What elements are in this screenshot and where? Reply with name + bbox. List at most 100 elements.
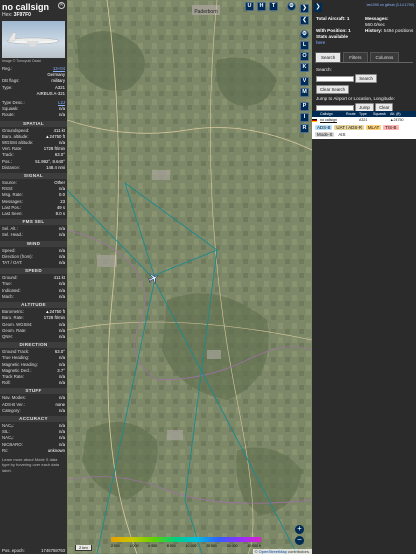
aircraft-info-panel: no callsign ✕ Hex: 3F97F0 Image © Tomoyu… — [0, 0, 67, 554]
map-button-k[interactable]: K — [300, 63, 309, 72]
map-button-m[interactable]: M — [300, 88, 309, 97]
jump-input[interactable] — [316, 104, 354, 111]
altitude-tick: 20 000 — [206, 544, 217, 548]
section-title: ALTITUDE — [0, 302, 67, 309]
search-label: Search: — [316, 67, 332, 72]
row-alt: ▲24750 — [390, 118, 404, 122]
zoom-out-button[interactable]: − — [295, 536, 304, 545]
attribution-suffix: contributors. — [286, 549, 310, 554]
header-type[interactable]: Type — [359, 112, 373, 116]
source-badge: UAT / ADS-R — [334, 125, 364, 130]
info-label: QNH: — [2, 333, 13, 339]
map-view[interactable]: Paderborn U H T ⚙ ❯ ❮ ⚙ L O K V M P I R … — [67, 0, 312, 554]
info-value: n/a — [59, 260, 65, 266]
altitude-color-legend — [111, 537, 261, 542]
hex-label: Hex: — [2, 12, 13, 18]
stats-link[interactable]: here — [316, 40, 325, 45]
aircraft-photo[interactable] — [2, 21, 65, 58]
info-row: Mach: n/a — [2, 294, 65, 300]
header-alt[interactable]: Alt. (ft) — [390, 112, 406, 116]
section-title: SPATIAL — [0, 120, 67, 127]
scale-bar: 2 km — [75, 545, 92, 551]
zoom-in-button[interactable]: + — [295, 525, 304, 534]
info-row: Last Seen: 8.0 s — [2, 211, 65, 217]
section-title: SPEED — [0, 268, 67, 275]
info-label: TAT / OAT: — [2, 260, 23, 266]
github-link[interactable]: tar1090 on github (3.14.1700) — [367, 3, 414, 7]
expand-panel-icon[interactable]: ❯ — [300, 4, 309, 13]
source-badge: Mode-S — [315, 132, 335, 137]
header-route[interactable]: Route — [346, 112, 359, 116]
row-callsign[interactable]: no callsign — [320, 118, 346, 122]
stats-available: Stats available here — [316, 34, 348, 45]
collapse-panel-icon[interactable]: ❮ — [300, 16, 309, 25]
search-button[interactable]: Search — [355, 74, 377, 83]
info-value: n/a — [59, 232, 65, 238]
airplane-photo-icon — [6, 32, 60, 47]
source-legend: ADS-B UAT / ADS-R MLAT TIS-B Mode-S AIS — [312, 123, 416, 139]
info-label: Sel. Head.: — [2, 232, 24, 238]
row-type: A321 — [359, 118, 368, 122]
callsign-row: no callsign ✕ — [0, 0, 67, 12]
info-label: Rc: — [2, 447, 9, 453]
info-row: Category: n/a — [2, 408, 65, 414]
section-title: SIGNAL — [0, 173, 67, 180]
sidebar-panel: ❯ tar1090 on github (3.14.1700) Total Ai… — [312, 0, 416, 554]
map-button-t[interactable]: T — [269, 2, 278, 11]
info-value: n/a — [59, 293, 65, 299]
map-button-v[interactable]: V — [300, 77, 309, 86]
map-button-u[interactable]: U — [245, 2, 254, 11]
source-badge: TIS-B — [383, 125, 399, 130]
source-badge: MLAT — [365, 125, 382, 130]
source-badge: ADS-B — [315, 125, 333, 130]
header-callsign[interactable]: Callsign — [320, 112, 346, 116]
map-button-l[interactable]: L — [300, 41, 309, 50]
osm-link[interactable]: OpenStreetMap — [259, 549, 287, 554]
sidebar-top: ❯ tar1090 on github (3.14.1700) Total Ai… — [312, 0, 416, 153]
chevron-right-icon[interactable]: ❯ — [314, 3, 322, 12]
info-value: n/a — [59, 112, 65, 118]
info-value: 148.4 nmi — [46, 164, 65, 170]
info-label: Distance: — [2, 164, 20, 170]
map-button-r[interactable]: R — [300, 124, 309, 133]
section-title: DIRECTION — [0, 342, 67, 349]
section-title: WIND — [0, 240, 67, 247]
type-rows: Type Desc.: L2J Squawk: n/a Route: n/a — [0, 100, 67, 119]
info-row: QNH: n/a — [2, 334, 65, 340]
close-icon[interactable]: ✕ — [58, 2, 65, 9]
altitude-legend-ticks: 2 000 4 000 6 000 8 000 10 000 20 000 30 000 40… — [111, 544, 261, 548]
info-label: Roll: — [2, 380, 11, 386]
stats-block: Total Aircraft: 1 Messages: 560.0/sec Wit… — [316, 16, 414, 46]
hex-value[interactable]: 3F97F0 — [14, 12, 31, 18]
callsign: no callsign — [2, 2, 50, 12]
aircraft-table: Callsign Route Type Squawk Alt. (ft) no … — [312, 111, 416, 139]
altitude-tick: 6 000 — [148, 544, 158, 548]
pos-epoch: Pos. epoch: 1746758793 — [0, 547, 67, 554]
hex-line: Hex: 3F97F0 — [0, 12, 67, 18]
info-row: TAT / OAT: n/a — [2, 260, 65, 266]
info-label: Reg.: — [2, 66, 13, 71]
info-value: AIRBUS A-321 — [36, 90, 65, 96]
map-button-i[interactable]: I — [300, 113, 309, 122]
clear-search-button[interactable]: Clear Search — [316, 85, 350, 94]
source-badge: AIS — [336, 132, 348, 137]
photo-credit: Image © Tomoyuki Ozaki — [2, 59, 41, 63]
jump-label: Jump to Airport or Location, Longitude: — [316, 96, 395, 101]
map-canvas[interactable]: Paderborn — [67, 0, 312, 554]
layers-icon[interactable]: ⚙ — [287, 2, 296, 11]
total-aircraft: Total Aircraft: 1 — [316, 16, 350, 21]
info-label: Last Seen: — [2, 211, 23, 217]
pos-epoch-label: Pos. epoch: — [2, 548, 25, 553]
header-squawk[interactable]: Squawk — [373, 112, 390, 116]
altitude-tick: 10 000 — [185, 544, 197, 548]
info-label: Category: — [2, 407, 21, 413]
altitude-tick: 40 000 ft — [247, 544, 261, 548]
info-label: Type: — [2, 84, 13, 90]
info-value: 8.0 s — [55, 211, 65, 217]
map-button-h[interactable]: H — [257, 2, 266, 11]
settings-icon[interactable]: ⚙ — [300, 30, 309, 39]
section-title: ACCURACY — [0, 415, 67, 422]
map-button-o[interactable]: O — [300, 52, 309, 61]
search-input[interactable] — [316, 75, 354, 82]
map-button-p[interactable]: P — [300, 102, 309, 111]
